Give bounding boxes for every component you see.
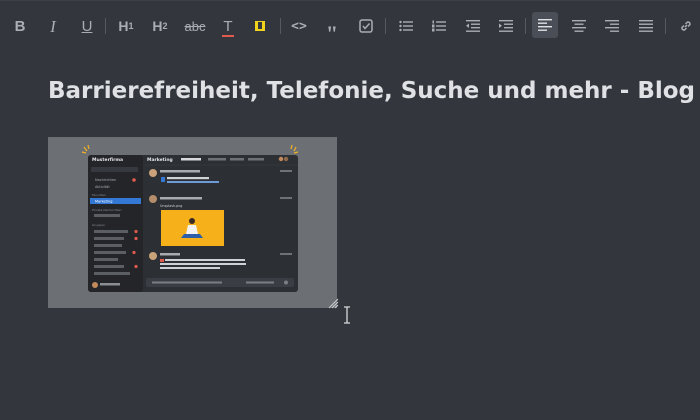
bullet-list-button[interactable] <box>394 14 418 38</box>
indent-icon <box>499 20 513 32</box>
indent-button[interactable] <box>494 14 518 38</box>
heading-1-sub: 1 <box>128 20 134 31</box>
heading-1-label: H <box>118 18 129 34</box>
heading-2-label: H <box>152 18 163 34</box>
checklist-button[interactable] <box>354 14 378 38</box>
text-color-button[interactable]: T <box>216 14 240 38</box>
document-title[interactable]: Barrierefreiheit, Telefonie, Suche und m… <box>48 78 695 104</box>
highlight-button[interactable] <box>248 14 272 38</box>
attachment-filename: Unsplash.png <box>160 204 182 208</box>
sidebar-item-marketing: Marketing <box>95 200 112 204</box>
align-left-button[interactable] <box>532 12 558 38</box>
link-button[interactable] <box>674 14 698 38</box>
text-color-label: T <box>223 17 233 35</box>
link-icon <box>681 21 691 31</box>
toolbar-separator <box>525 18 526 34</box>
checkbox-icon <box>359 19 373 33</box>
align-center-button[interactable] <box>567 14 591 38</box>
code-button[interactable]: <> <box>287 14 311 38</box>
sidebar-section-groups: Gruppen <box>92 223 105 227</box>
channel-title: Marketing <box>147 157 173 163</box>
numbered-list-icon <box>432 20 446 32</box>
sidebar-section-private: Private Nachrichten <box>92 208 122 212</box>
toolbar-separator <box>280 18 281 34</box>
highlighter-icon <box>255 21 265 31</box>
underline-button[interactable]: U <box>75 14 99 38</box>
align-right-icon <box>605 20 619 32</box>
outdent-icon <box>466 20 480 32</box>
strikethrough-button[interactable]: abc <box>180 14 210 38</box>
embedded-screenshot-image[interactable]: Musterfirma Nachrichten Aktivität Favori… <box>48 137 337 308</box>
italic-button[interactable]: I <box>41 14 65 38</box>
outdent-button[interactable] <box>461 14 485 38</box>
align-justify-button[interactable] <box>634 14 658 38</box>
chat-app-screenshot: Musterfirma Nachrichten Aktivität Favori… <box>48 137 337 308</box>
blockquote-button[interactable]: " <box>320 22 344 46</box>
sidebar-item-messages: Nachrichten <box>95 178 116 182</box>
image-resize-handle[interactable] <box>327 297 339 309</box>
editor-toolbar: B I U H1 H2 abc T <> " <box>0 0 700 48</box>
align-center-icon <box>572 20 586 32</box>
bold-button[interactable]: B <box>8 14 32 38</box>
align-justify-icon <box>639 20 653 32</box>
toolbar-separator <box>385 18 386 34</box>
toolbar-separator <box>665 18 666 34</box>
numbered-list-button[interactable] <box>427 14 451 38</box>
heading-2-sub: 2 <box>162 20 168 31</box>
text-cursor-icon <box>344 306 350 324</box>
toolbar-separator <box>105 18 106 34</box>
sidebar-section-favorites: Favoriten <box>92 193 106 197</box>
align-left-icon <box>538 19 552 31</box>
text-color-icon: T <box>222 17 234 37</box>
bullet-list-icon <box>399 20 413 32</box>
sidebar-item-activity: Aktivität <box>95 185 110 189</box>
align-right-button[interactable] <box>600 14 624 38</box>
workspace-name: Musterfirma <box>92 157 123 163</box>
heading-1-button[interactable]: H1 <box>114 14 138 38</box>
heading-2-button[interactable]: H2 <box>148 14 172 38</box>
